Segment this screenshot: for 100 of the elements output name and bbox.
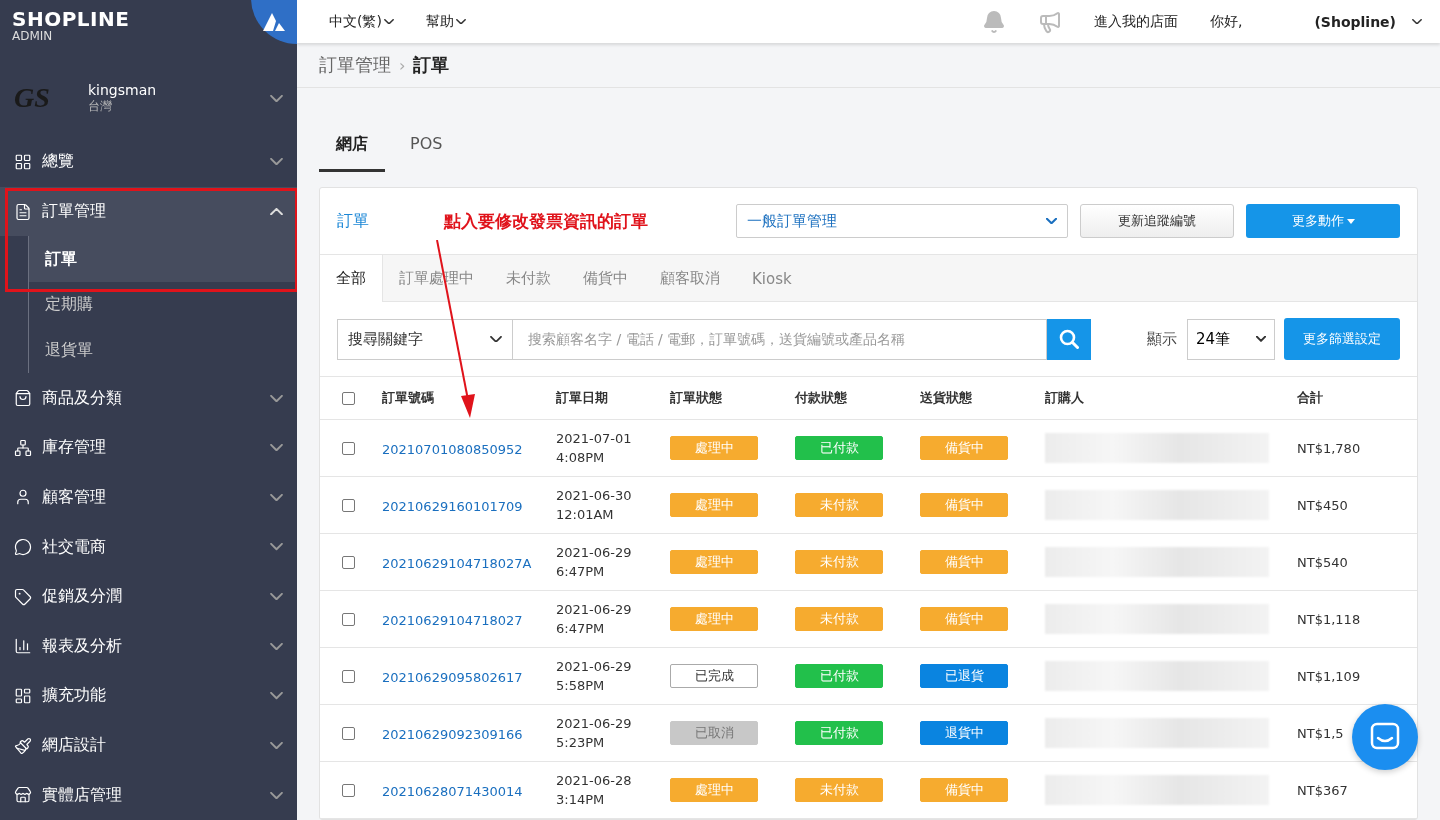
payment-badge: 未付款 (795, 778, 883, 802)
order-link[interactable]: 20210629104718027 (382, 612, 523, 628)
order-link[interactable]: 20210628071430014 (382, 783, 523, 799)
order-total: NT$367 (1297, 782, 1348, 798)
order-time: 4:08PM (556, 449, 606, 467)
order-date: 2021-06-30 (556, 487, 633, 505)
status-tab[interactable]: 全部 (320, 255, 383, 302)
delivery-badge: 退貨中 (920, 721, 1008, 745)
order-time: 3:14PM (556, 791, 606, 809)
order-time: 6:47PM (556, 563, 606, 581)
search-icon (1059, 329, 1079, 349)
show-label: 顯示 (1147, 329, 1177, 349)
nav-item[interactable]: 庫存管理 (0, 422, 297, 473)
grid-icon (14, 152, 32, 171)
nav-item[interactable]: 社交電商 (0, 522, 297, 572)
column-header: 送貨狀態 (920, 389, 973, 407)
chevron-up-icon (270, 207, 283, 216)
hierarchy-icon (14, 438, 32, 457)
order-link[interactable]: 20210629092309166 (382, 726, 523, 742)
brand-logo: SHOPLINE (12, 8, 130, 30)
row-checkbox[interactable] (342, 555, 355, 569)
order-total: NT$1,5 (1297, 725, 1344, 741)
store-region: 台灣 (88, 98, 113, 115)
view-select[interactable]: 一般訂單管理 (736, 204, 1068, 238)
nav-item[interactable]: 總覽 (0, 137, 297, 187)
search-scope-select[interactable]: 搜尋關鍵字 (337, 318, 513, 360)
update-tracking-button[interactable]: 更新追蹤編號 (1080, 204, 1234, 238)
breadcrumb-separator: › (399, 55, 406, 75)
breadcrumb-item[interactable]: 訂單管理 (319, 53, 391, 78)
column-header: 合計 (1297, 389, 1324, 407)
nav-subitem[interactable]: 定期購 (28, 282, 297, 328)
breadcrumb-item[interactable]: 訂單 (413, 53, 450, 78)
chevron-down-icon (270, 593, 283, 601)
greeting: 你好, (1210, 12, 1243, 31)
nav-item[interactable]: 擴充功能 (0, 671, 297, 721)
column-header: 付款狀態 (795, 389, 848, 407)
chevron-down-icon (270, 543, 283, 551)
row-checkbox[interactable] (342, 441, 355, 455)
channel-tab[interactable]: 網店 (319, 124, 385, 172)
status-badge: 處理中 (670, 550, 758, 574)
payment-badge: 未付款 (795, 493, 883, 517)
payment-badge: 未付款 (795, 550, 883, 574)
nav-item[interactable]: 訂單管理 (0, 186, 297, 237)
nav-subitem[interactable]: 退貨單 (28, 327, 297, 374)
nav-subitem[interactable]: 訂單 (28, 236, 297, 282)
chat-icon (14, 538, 32, 557)
chevron-down-icon (1256, 336, 1266, 342)
search-button[interactable] (1047, 318, 1091, 360)
channel-tab[interactable]: POS (393, 124, 460, 172)
user-menu[interactable]: (Shopline) (1314, 13, 1422, 30)
search-field[interactable]: 搜索顧客名字 / 電話 / 電郵，訂單號碼，送貨編號或產品名稱 (513, 318, 1047, 360)
order-time: 12:01AM (556, 506, 615, 524)
store-name: kingsman (88, 81, 158, 98)
order-link[interactable]: 20210629095802617 (382, 669, 523, 685)
column-header: 訂單日期 (556, 389, 609, 407)
order-date: 2021-06-29 (556, 544, 633, 562)
order-link[interactable]: 20210629104718027A (382, 555, 532, 571)
order-date: 2021-06-29 (556, 715, 633, 733)
status-badge: 處理中 (670, 778, 758, 802)
nav-item[interactable]: 網店設計 (0, 720, 297, 771)
nav-item[interactable]: 報表及分析 (0, 621, 297, 672)
status-badge: 處理中 (670, 607, 758, 631)
nav-item[interactable]: 商品及分類 (0, 373, 297, 423)
delivery-badge: 備貨中 (920, 607, 1008, 631)
page-size-select[interactable]: 24筆 (1187, 318, 1275, 360)
order-link[interactable]: 20210701080850952 (382, 441, 523, 457)
nav-item[interactable]: 顧客管理 (0, 472, 297, 523)
order-date: 2021-06-29 (556, 658, 633, 676)
chevron-down-icon (270, 692, 283, 700)
nav-item[interactable]: 促銷及分潤 (0, 571, 297, 622)
language-menu[interactable]: 中文(繁) (329, 12, 394, 31)
help-menu[interactable]: 幫助 (425, 12, 466, 31)
payment-badge: 已付款 (795, 664, 883, 688)
row-checkbox[interactable] (342, 612, 355, 626)
row-checkbox[interactable] (342, 726, 355, 740)
order-total: NT$1,780 (1297, 440, 1361, 456)
row-checkbox[interactable] (342, 783, 355, 797)
status-badge: 已取消 (670, 721, 758, 745)
nav-item[interactable]: 實體店管理 (0, 770, 297, 820)
card-title: 訂單 (337, 210, 370, 232)
chevron-down-icon (1412, 18, 1422, 25)
column-header: 訂單號碼 (382, 389, 435, 407)
select-all-checkbox[interactable] (342, 391, 355, 405)
delivery-badge: 備貨中 (920, 778, 1008, 802)
bag-icon (14, 389, 32, 408)
row-checkbox[interactable] (342, 498, 355, 512)
delivery-badge: 已退貨 (920, 664, 1008, 688)
chevron-down-icon (270, 394, 283, 402)
visit-store-link[interactable]: 進入我的店面 (1094, 12, 1178, 31)
order-time: 5:58PM (556, 677, 606, 695)
order-link[interactable]: 20210629160101709 (382, 498, 523, 514)
chevron-down-icon (270, 791, 283, 799)
order-time: 6:47PM (556, 620, 606, 638)
delivery-badge: 備貨中 (920, 493, 1008, 517)
status-badge: 已完成 (670, 664, 758, 688)
order-total: NT$450 (1297, 497, 1348, 513)
column-header: 訂購人 (1045, 389, 1085, 407)
delivery-badge: 備貨中 (920, 550, 1008, 574)
row-checkbox[interactable] (342, 669, 355, 683)
order-time: 5:23PM (556, 734, 606, 752)
